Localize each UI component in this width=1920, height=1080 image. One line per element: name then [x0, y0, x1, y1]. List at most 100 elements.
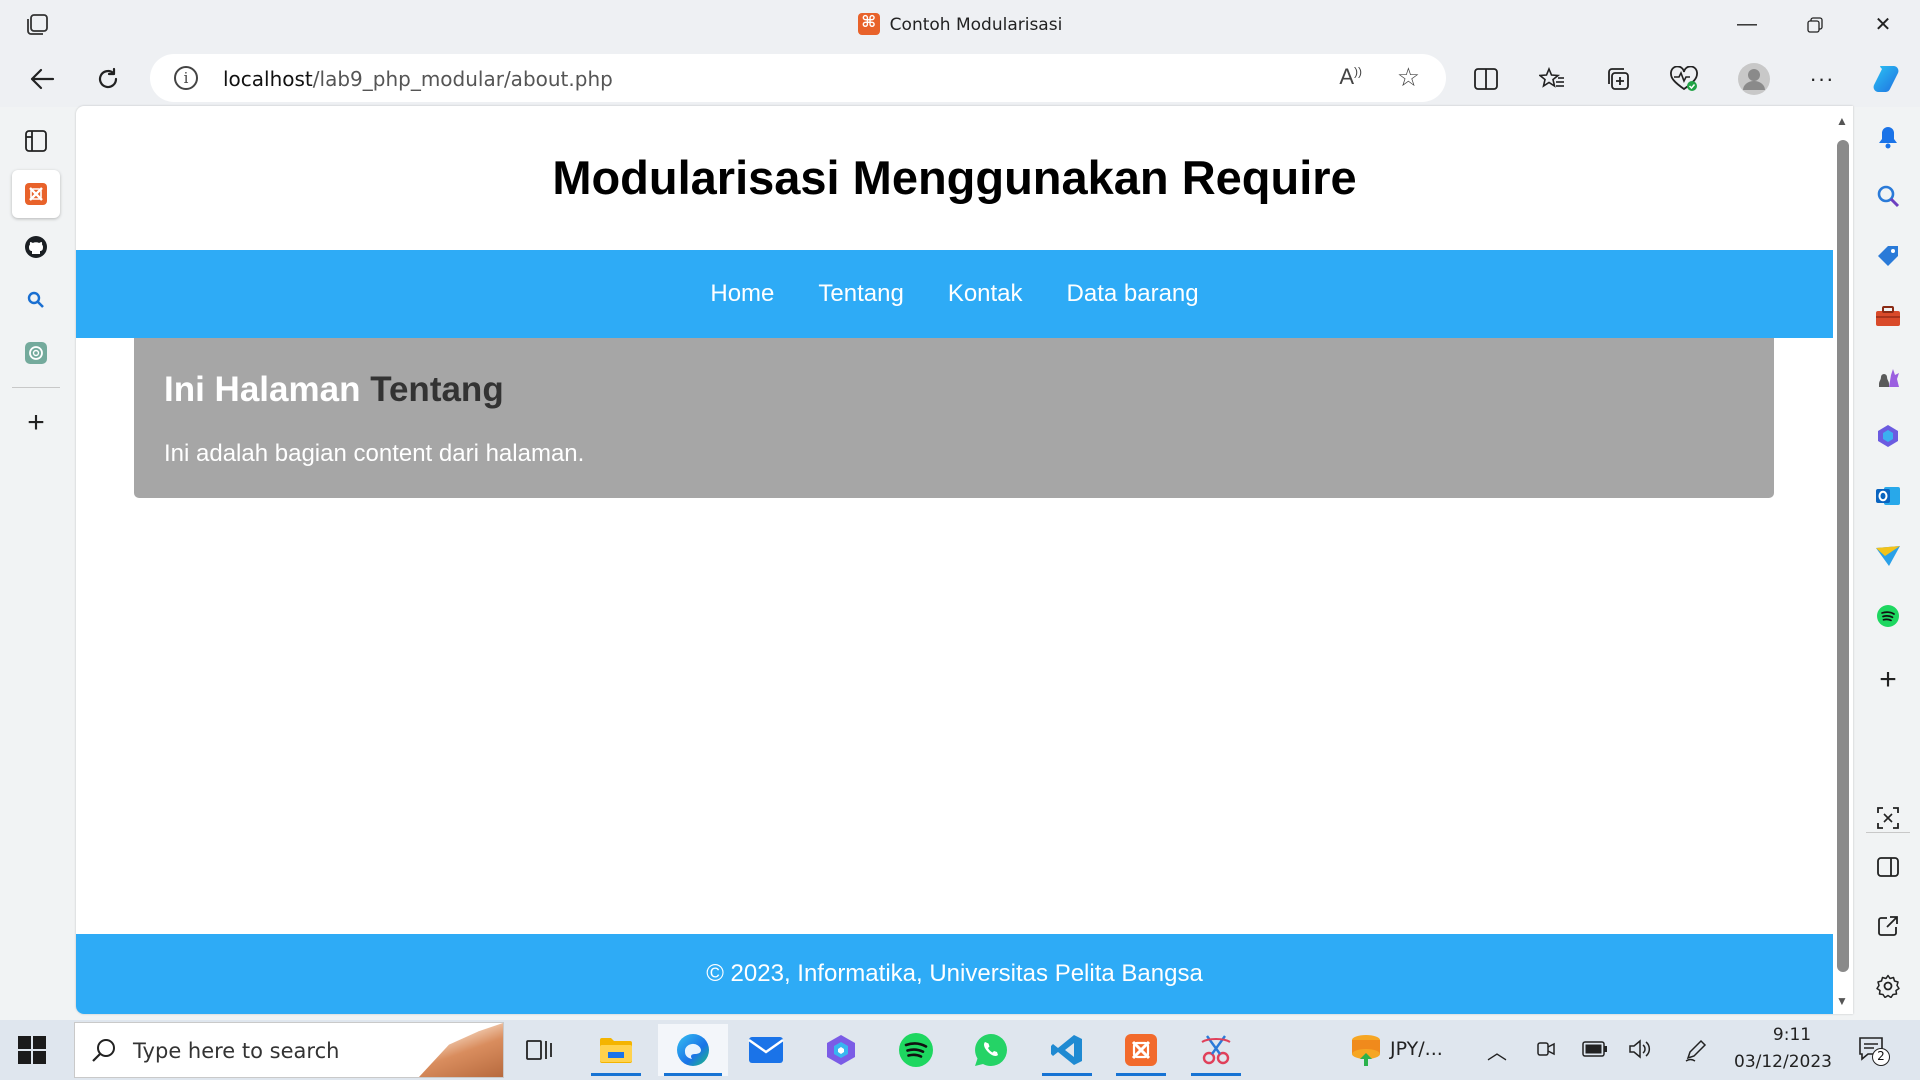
address-bar[interactable]: i localhost/lab9_php_modular/about.php A…	[150, 54, 1446, 102]
start-button[interactable]	[18, 1036, 46, 1064]
right-sidebar: +	[1856, 107, 1920, 1019]
tab-github[interactable]	[12, 223, 60, 271]
spotify-button[interactable]	[1868, 596, 1908, 636]
nav-link-kontak[interactable]: Kontak	[926, 280, 1045, 308]
url-path: /lab9_php_modular/about.php	[312, 67, 613, 91]
nav-link-data-barang[interactable]: Data barang	[1045, 280, 1221, 308]
browser-toolbar: i localhost/lab9_php_modular/about.php A…	[0, 49, 1920, 107]
widgets-button[interactable]	[1336, 1024, 1396, 1076]
back-button[interactable]	[22, 59, 62, 99]
clock-date: 03/12/2023	[1734, 1052, 1832, 1072]
content-heading-dark: Tentang	[370, 370, 504, 409]
taskbar-copilot[interactable]	[810, 1024, 872, 1076]
url-text[interactable]: localhost/lab9_php_modular/about.php	[223, 67, 613, 91]
refresh-icon	[98, 67, 118, 89]
content-section: Ini Halaman Tentang Ini adalah bagian co…	[134, 338, 1774, 498]
page-nav: Home Tentang Kontak Data barang	[76, 250, 1833, 338]
meet-now-icon[interactable]	[1536, 1038, 1556, 1065]
profile-button[interactable]	[1734, 59, 1774, 99]
search-highlight-image	[419, 1023, 503, 1077]
taskbar-vscode[interactable]	[1036, 1024, 1098, 1076]
outlook-icon	[1876, 487, 1900, 505]
page-title: Modularisasi Menggunakan Require	[552, 151, 1357, 204]
content-heading-light: Ini Halaman	[164, 370, 361, 409]
read-aloud-icon[interactable]: A))	[1339, 64, 1362, 90]
split-screen-button[interactable]	[1466, 59, 1506, 99]
battery-icon[interactable]	[1582, 1040, 1608, 1063]
scroll-down-arrow-icon[interactable]: ▼	[1836, 994, 1848, 1008]
site-info-icon[interactable]: i	[174, 66, 198, 90]
vertical-tabs-button[interactable]	[12, 117, 60, 165]
copilot-button[interactable]	[1866, 59, 1906, 99]
taskbar-file-explorer[interactable]	[585, 1024, 647, 1076]
whatsapp-icon	[975, 1034, 1007, 1067]
widget-ticker-text[interactable]: JPY/...	[1390, 1038, 1443, 1060]
more-options-button[interactable]: ···	[1802, 59, 1842, 99]
taskbar-edge[interactable]	[658, 1024, 728, 1076]
nav-link-tentang[interactable]: Tentang	[796, 280, 925, 308]
restore-button[interactable]	[1781, 0, 1849, 49]
games-button[interactable]	[1868, 356, 1908, 396]
show-hidden-icons-chevron-icon[interactable]: ︿	[1487, 1036, 1507, 1065]
vscode-icon	[1051, 1035, 1082, 1065]
taskbar-whatsapp[interactable]	[960, 1024, 1022, 1076]
left-sidebar: +	[0, 107, 72, 1019]
favorites-button[interactable]	[1532, 59, 1572, 99]
add-tab-button[interactable]: +	[12, 399, 60, 447]
favorite-star-icon[interactable]: ☆	[1397, 62, 1420, 93]
vertical-scrollbar[interactable]: ▲ ▼	[1833, 106, 1853, 1014]
taskbar-spotify[interactable]	[885, 1024, 947, 1076]
sidebar-search-button[interactable]	[1868, 176, 1908, 216]
right-sidebar-divider	[1866, 832, 1910, 833]
clock-time: 9:11	[1772, 1025, 1812, 1045]
sidebar-settings-button[interactable]	[1868, 966, 1908, 1006]
battery-glyph	[1582, 1041, 1607, 1057]
xampp-icon	[1125, 1034, 1157, 1066]
web-page: Modularisasi Menggunakan Require Home Te…	[76, 106, 1833, 1014]
taskbar-xampp[interactable]	[1110, 1024, 1172, 1076]
taskbar-snipping-tool[interactable]	[1185, 1024, 1247, 1076]
tools-button[interactable]	[1868, 296, 1908, 336]
search-icon	[92, 1039, 115, 1062]
scroll-thumb[interactable]	[1837, 140, 1849, 972]
nav-link-home[interactable]: Home	[688, 280, 796, 308]
add-icon: +	[1879, 663, 1897, 696]
xampp-icon	[25, 183, 47, 205]
scroll-up-arrow-icon[interactable]: ▲	[1836, 114, 1848, 128]
send-button[interactable]	[1868, 536, 1908, 576]
outlook-button[interactable]	[1868, 476, 1908, 516]
refresh-button[interactable]	[88, 59, 128, 99]
close-button[interactable]: ✕	[1849, 0, 1917, 49]
browser-essentials-button[interactable]	[1664, 59, 1704, 99]
taskbar-search-box[interactable]: Type here to search	[74, 1022, 504, 1078]
collections-button[interactable]	[1598, 59, 1638, 99]
open-in-new-button[interactable]	[1868, 906, 1908, 946]
notification-center-button[interactable]: 2	[1858, 1036, 1890, 1067]
coins-icon	[1352, 1035, 1380, 1066]
external-link-icon	[1878, 916, 1898, 936]
pen-glyph	[1685, 1039, 1707, 1062]
pen-workspace-icon[interactable]	[1684, 1038, 1708, 1067]
volume-icon[interactable]	[1628, 1038, 1654, 1065]
settings-icon	[1876, 974, 1900, 998]
taskbar-mail[interactable]	[735, 1024, 797, 1076]
notifications-button[interactable]	[1868, 117, 1908, 157]
task-view-icon	[526, 1040, 552, 1060]
add-sidebar-app-button[interactable]: +	[1868, 660, 1908, 700]
windows-logo-pane	[33, 1051, 46, 1064]
m365-button[interactable]	[1868, 416, 1908, 456]
file-explorer-icon	[600, 1038, 632, 1063]
hide-sidebar-button[interactable]	[1868, 847, 1908, 887]
content-text: Ini adalah bagian content dari halaman.	[164, 440, 585, 467]
content-heading: Ini Halaman Tentang	[164, 370, 504, 410]
minimize-button[interactable]: —	[1713, 0, 1781, 49]
tab-xampp[interactable]	[12, 170, 60, 218]
toolbox-icon	[1876, 306, 1900, 326]
page-viewport: Modularisasi Menggunakan Require Home Te…	[76, 106, 1853, 1014]
meet-now-glyph	[1537, 1042, 1555, 1056]
tab-search[interactable]	[12, 276, 60, 324]
task-view-button[interactable]	[508, 1024, 570, 1076]
shopping-button[interactable]	[1868, 236, 1908, 276]
tab-chatgpt[interactable]	[12, 329, 60, 377]
notification-count-badge: 2	[1872, 1048, 1890, 1066]
